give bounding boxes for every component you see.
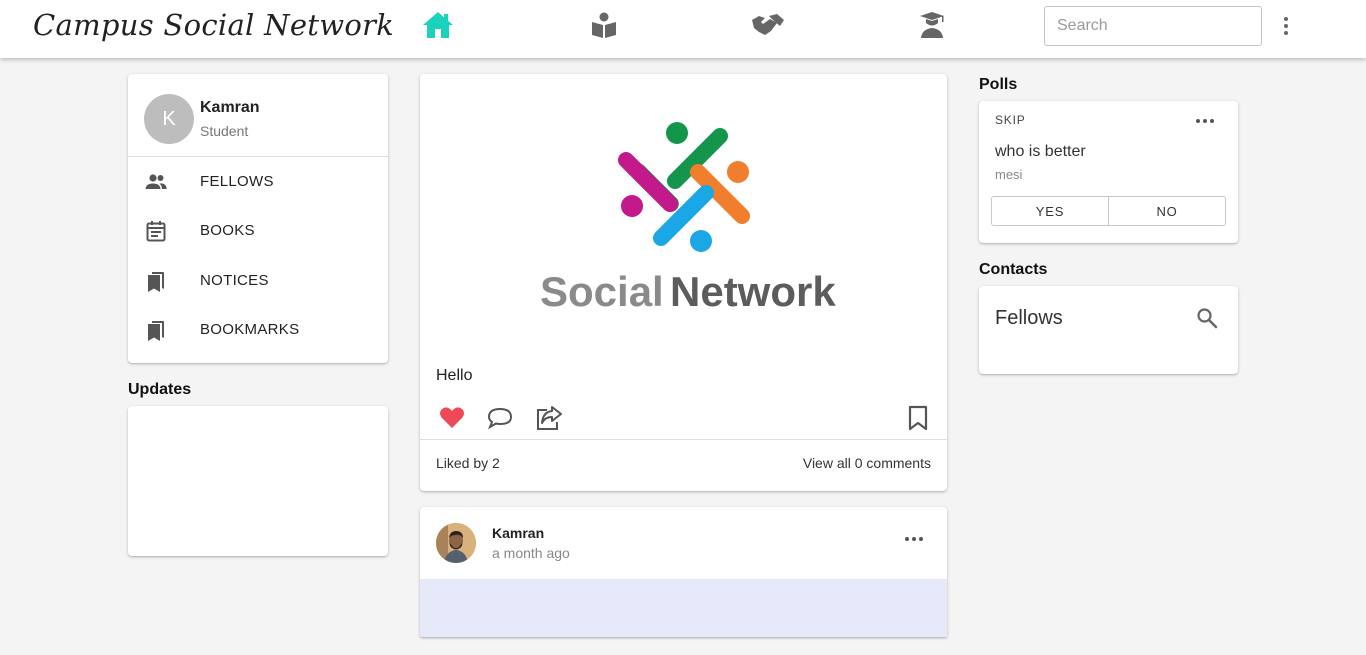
brand-logo-text[interactable]: Campus Social Network <box>33 8 394 42</box>
post-options-icon[interactable] <box>905 537 923 541</box>
sidebar-item-books[interactable]: BOOKS <box>128 207 388 253</box>
author-avatar[interactable] <box>436 523 476 563</box>
nav-graduate-icon[interactable] <box>915 8 949 42</box>
calendar-note-icon <box>146 221 166 242</box>
post-media-placeholder <box>420 579 947 637</box>
poll-no-button[interactable]: NO <box>1108 196 1226 226</box>
sidebar-item-fellows[interactable]: FELLOWS <box>128 158 388 204</box>
logo-text-social: Social <box>540 268 664 314</box>
contacts-card-title: Fellows <box>995 307 1063 329</box>
contacts-heading: Contacts <box>979 261 1048 278</box>
nav-handshake-icon[interactable] <box>751 8 785 42</box>
poll-question: who is better <box>995 143 1086 160</box>
sidebar-item-bookmarks[interactable]: BOOKMARKS <box>128 306 388 352</box>
sidebar-item-label: BOOKS <box>200 221 255 239</box>
profile-role: Student <box>200 123 249 139</box>
bookmarks-icon <box>148 321 164 341</box>
poll-yes-button[interactable]: YES <box>991 196 1109 226</box>
liked-by-text[interactable]: Liked by 2 <box>436 455 500 471</box>
profile-card: K Kamran Student FELLOWS BOOKS NOTICES B… <box>128 74 388 363</box>
polls-heading: Polls <box>979 76 1018 93</box>
view-comments-link[interactable]: View all 0 comments <box>803 455 931 471</box>
nav-home-icon[interactable] <box>421 8 455 42</box>
profile-name[interactable]: Kamran <box>200 99 260 117</box>
poll-card: SKIP who is better mesi YES NO <box>979 101 1238 243</box>
nav-book-reader-icon[interactable] <box>587 8 621 42</box>
profile-divider <box>128 156 388 157</box>
sidebar-item-label: NOTICES <box>200 271 269 289</box>
sidebar-item-label: BOOKMARKS <box>200 320 300 338</box>
post-timestamp: a month ago <box>492 545 570 561</box>
social-network-logo-image: Social Network <box>540 122 836 314</box>
search-input[interactable] <box>1044 6 1262 46</box>
share-icon[interactable] <box>534 403 564 433</box>
sidebar-item-notices[interactable]: NOTICES <box>128 257 388 303</box>
post-card: Social Network Hello Liked by 2 View all… <box>420 74 947 491</box>
avatar[interactable]: K <box>144 94 194 144</box>
bookmark-icon[interactable] <box>903 403 933 433</box>
top-app-bar: Campus Social Network <box>0 0 1366 58</box>
updates-card <box>128 406 388 556</box>
sidebar-item-label: FELLOWS <box>200 172 274 190</box>
updates-heading: Updates <box>128 381 192 398</box>
post-author-name[interactable]: Kamran <box>492 525 544 541</box>
post-divider <box>420 439 947 440</box>
contacts-card: Fellows <box>979 286 1238 374</box>
post-card: Kamran a month ago <box>420 507 947 637</box>
poll-subtext: mesi <box>995 167 1023 182</box>
comment-icon[interactable] <box>485 403 515 433</box>
search-icon[interactable] <box>1195 306 1219 330</box>
poll-options-icon[interactable] <box>1196 119 1214 123</box>
like-heart-icon[interactable] <box>437 403 467 433</box>
people-icon <box>145 174 167 189</box>
skip-button[interactable]: SKIP <box>995 113 1026 127</box>
logo-text-network: Network <box>670 268 836 314</box>
more-options-icon[interactable] <box>1276 14 1296 38</box>
post-caption: Hello <box>436 367 473 384</box>
bookmarks-icon <box>148 272 164 292</box>
